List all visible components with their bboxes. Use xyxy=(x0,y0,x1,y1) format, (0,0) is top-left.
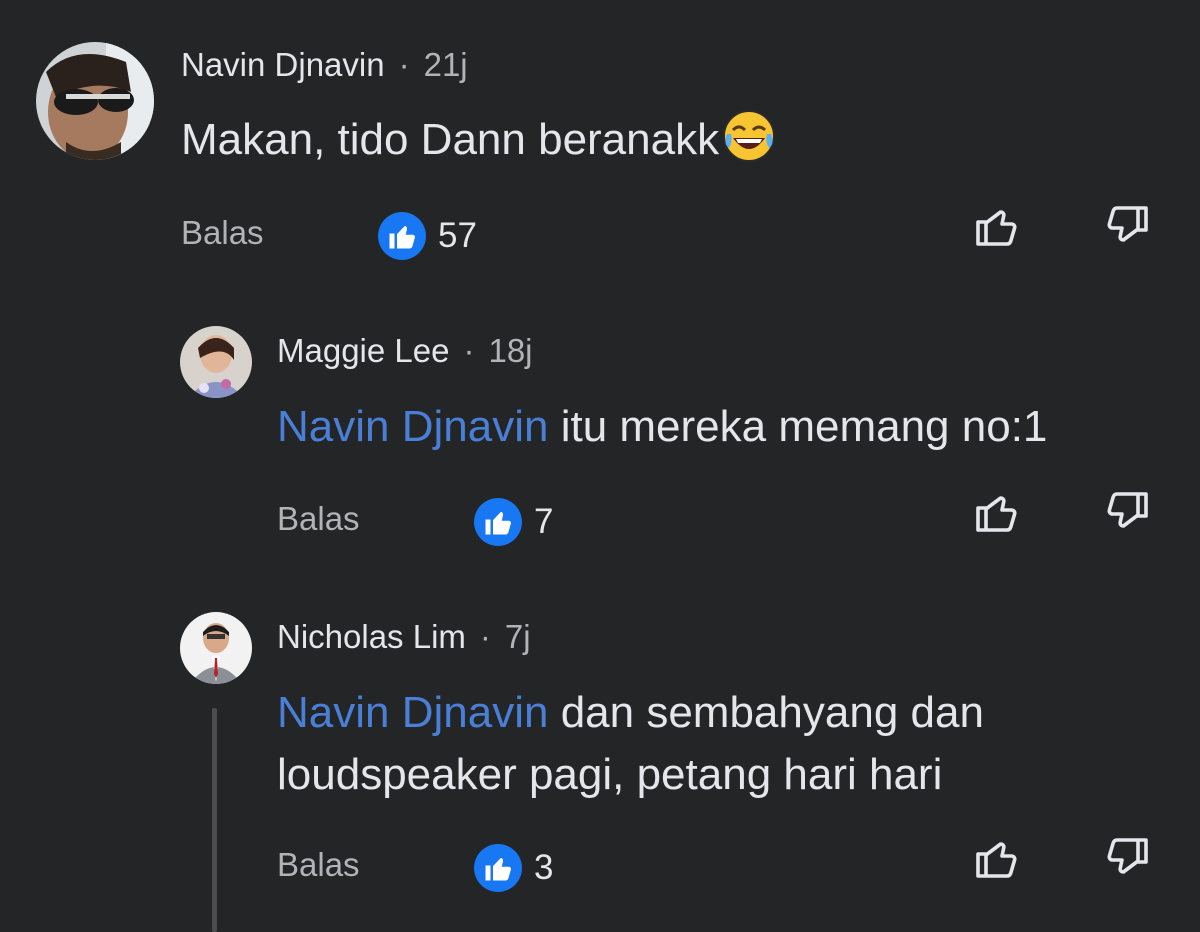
timestamp[interactable]: 21j xyxy=(424,46,468,84)
reply-button[interactable]: Balas xyxy=(277,846,360,884)
mention-link[interactable]: Navin Djnavin xyxy=(277,402,548,451)
author-name[interactable]: Nicholas Lim xyxy=(277,618,466,656)
reaction-summary[interactable]: 3 xyxy=(474,844,553,892)
like-count: 57 xyxy=(438,216,477,255)
thumbs-up-icon[interactable] xyxy=(972,202,1020,250)
reaction-summary[interactable]: 57 xyxy=(378,212,477,260)
comment-actions: Balas xyxy=(277,500,360,538)
author-name[interactable]: Maggie Lee xyxy=(277,332,449,370)
reply-button[interactable]: Balas xyxy=(277,500,360,538)
comment-actions: Balas xyxy=(181,214,264,252)
like-count: 7 xyxy=(534,502,554,541)
comment-header: Nicholas Lim · 7j xyxy=(277,618,531,656)
thumbs-down-icon[interactable] xyxy=(1104,488,1152,536)
thumbs-down-icon[interactable] xyxy=(1104,202,1152,250)
thumbs-up-icon[interactable] xyxy=(972,488,1020,536)
comment-line-1: Navin Djnavin dan sembahyang dan xyxy=(277,688,984,737)
like-reaction-icon xyxy=(474,498,522,546)
avatar[interactable] xyxy=(36,42,154,160)
like-count: 3 xyxy=(534,848,554,887)
reply-button[interactable]: Balas xyxy=(181,214,264,252)
reaction-summary[interactable]: 7 xyxy=(474,498,553,546)
mention-link[interactable]: Navin Djnavin xyxy=(277,688,548,737)
comment-text: Navin Djnavin itu mereka memang no:1 xyxy=(277,402,1048,451)
avatar[interactable] xyxy=(180,612,252,684)
comment-header: Maggie Lee · 18j xyxy=(277,332,533,370)
author-name[interactable]: Navin Djnavin xyxy=(181,46,385,84)
like-reaction-icon xyxy=(474,844,522,892)
thumbs-up-icon[interactable] xyxy=(972,834,1020,882)
timestamp[interactable]: 18j xyxy=(488,332,532,370)
comment-line-2: loudspeaker pagi, petang hari hari xyxy=(277,750,943,799)
comment-header: Navin Djnavin · 21j xyxy=(181,46,468,84)
avatar[interactable] xyxy=(180,326,252,398)
thread-line xyxy=(212,708,217,932)
comment-text: Navin Djnavin dan sembahyang dan loudspe… xyxy=(277,682,1157,806)
separator-dot: · xyxy=(479,618,491,655)
comment-text: Makan, tido Dann beranakk xyxy=(181,108,777,181)
comment-actions: Balas xyxy=(277,846,360,884)
laughing-emoji xyxy=(721,108,777,181)
thumbs-down-icon[interactable] xyxy=(1104,834,1152,882)
separator-dot: · xyxy=(463,332,475,369)
separator-dot: · xyxy=(398,46,410,83)
timestamp[interactable]: 7j xyxy=(505,618,531,656)
like-reaction-icon xyxy=(378,212,426,260)
